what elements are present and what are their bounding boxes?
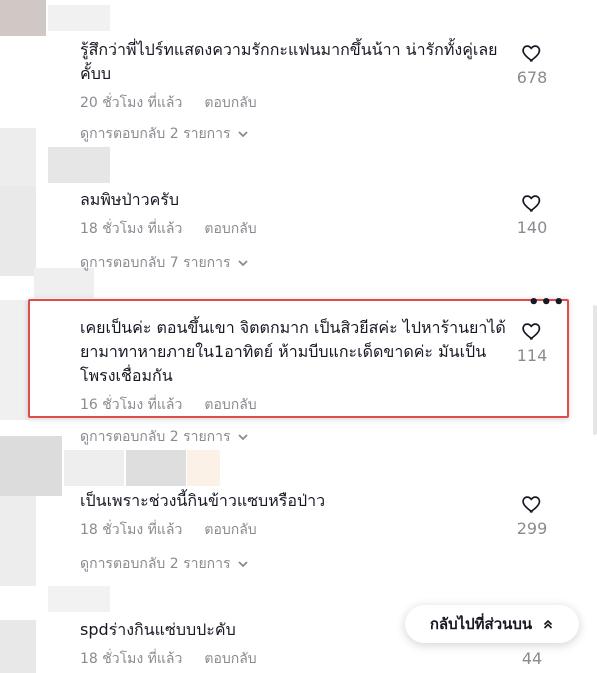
avatar [0, 0, 46, 36]
like-group: 114 [507, 320, 557, 365]
comment-text: ลมพิษป่าวครับ [80, 190, 180, 209]
chevron-up-double-icon [544, 619, 553, 629]
view-replies-label: ดูการตอบกลับ 2 รายการ [80, 429, 231, 445]
view-replies-label: ดูการตอบกลับ 2 รายการ [80, 556, 231, 572]
view-replies-button[interactable]: ดูการตอบกลับ 2 รายการ [80, 553, 249, 575]
avatar [0, 300, 30, 420]
reply-button[interactable]: ตอบกลับ [204, 394, 256, 416]
avatar [0, 186, 36, 276]
more-options-icon[interactable]: ••• [528, 294, 566, 312]
comment-text: เคยเป็นค่ะ ตอนขึ้นเขา จิตตกมาก เป็นสิวยี… [80, 318, 506, 385]
like-count: 44 [521, 649, 543, 668]
like-count: 678 [516, 68, 548, 87]
avatar-fragment [187, 450, 220, 486]
avatar [0, 496, 36, 586]
heart-outline-icon[interactable] [521, 320, 543, 342]
reply-button[interactable]: ตอบกลับ [204, 648, 256, 670]
reply-button[interactable]: ตอบกลับ [204, 218, 256, 240]
comment-item: เป็นเพราะช่วงนี้กินข้าวแซบหรือป่าว 18 ชั… [80, 489, 510, 541]
comment-item: ลมพิษป่าวครับ 18 ชั่วโมง ที่แล้ว ตอบกลับ [80, 188, 510, 240]
avatar [0, 128, 36, 186]
comment-item: รู้สึกว่าพี่ไปร์ทแสดงความรักกะแฟนมากขึ้น… [80, 38, 510, 114]
comment-meta: 20 ชั่วโมง ที่แล้ว ตอบกลับ [80, 92, 510, 114]
avatar [0, 620, 36, 673]
comment-timestamp: 16 ชั่วโมง ที่แล้ว [80, 397, 183, 413]
comment-item: เคยเป็นค่ะ ตอนขึ้นเขา จิตตกมาก เป็นสิวยี… [80, 316, 512, 416]
comment-text: รู้สึกว่าพี่ไปร์ทแสดงความรักกะแฟนมากขึ้น… [80, 40, 498, 83]
avatar [0, 436, 62, 496]
like-count: 299 [516, 519, 548, 538]
comment-timestamp: 18 ชั่วโมง ที่แล้ว [80, 522, 183, 538]
chevron-down-icon [237, 131, 248, 138]
like-group: 299 [507, 493, 557, 538]
comment-meta: 18 ชั่วโมง ที่แล้ว ตอบกลับ [80, 218, 510, 240]
comment-meta: 18 ชั่วโมง ที่แล้ว ตอบกลับ [80, 519, 510, 541]
avatar-fragment [48, 5, 110, 31]
chevron-down-icon [237, 260, 248, 267]
heart-outline-icon[interactable] [521, 192, 543, 214]
view-replies-button[interactable]: ดูการตอบกลับ 2 รายการ [80, 426, 249, 448]
like-group: 44 [507, 645, 557, 668]
avatar-fragment [64, 450, 124, 486]
comment-meta: 18 ชั่วโมง ที่แล้ว ตอบกลับ [80, 648, 510, 670]
chevron-down-icon [237, 434, 248, 441]
back-to-top-button[interactable]: กลับไปที่ส่วนบน [405, 605, 579, 643]
reply-button[interactable]: ตอบกลับ [204, 92, 256, 114]
like-group: 678 [507, 42, 557, 87]
comment-text: เป็นเพราะช่วงนี้กินข้าวแซบหรือป่าว [80, 491, 326, 510]
avatar-fragment [48, 586, 110, 612]
comment-timestamp: 20 ชั่วโมง ที่แล้ว [80, 95, 183, 111]
view-replies-button[interactable]: ดูการตอบกลับ 7 รายการ [80, 252, 249, 274]
heart-outline-icon[interactable] [521, 42, 543, 64]
avatar-fragment [126, 450, 186, 486]
view-replies-label: ดูการตอบกลับ 2 รายการ [80, 126, 231, 142]
scrollbar[interactable] [593, 305, 597, 435]
like-count: 114 [516, 346, 548, 365]
comment-timestamp: 18 ชั่วโมง ที่แล้ว [80, 651, 183, 667]
comment-timestamp: 18 ชั่วโมง ที่แล้ว [80, 221, 183, 237]
heart-outline-icon[interactable] [521, 493, 543, 515]
chevron-down-icon [237, 561, 248, 568]
reply-button[interactable]: ตอบกลับ [204, 519, 256, 541]
avatar-fragment [48, 147, 110, 183]
view-replies-label: ดูการตอบกลับ 7 รายการ [80, 255, 231, 271]
like-group: 140 [507, 192, 557, 237]
view-replies-button[interactable]: ดูการตอบกลับ 2 รายการ [80, 123, 249, 145]
back-to-top-label: กลับไปที่ส่วนบน [429, 615, 533, 633]
like-count: 140 [516, 218, 548, 237]
comment-meta: 16 ชั่วโมง ที่แล้ว ตอบกลับ [80, 394, 512, 416]
